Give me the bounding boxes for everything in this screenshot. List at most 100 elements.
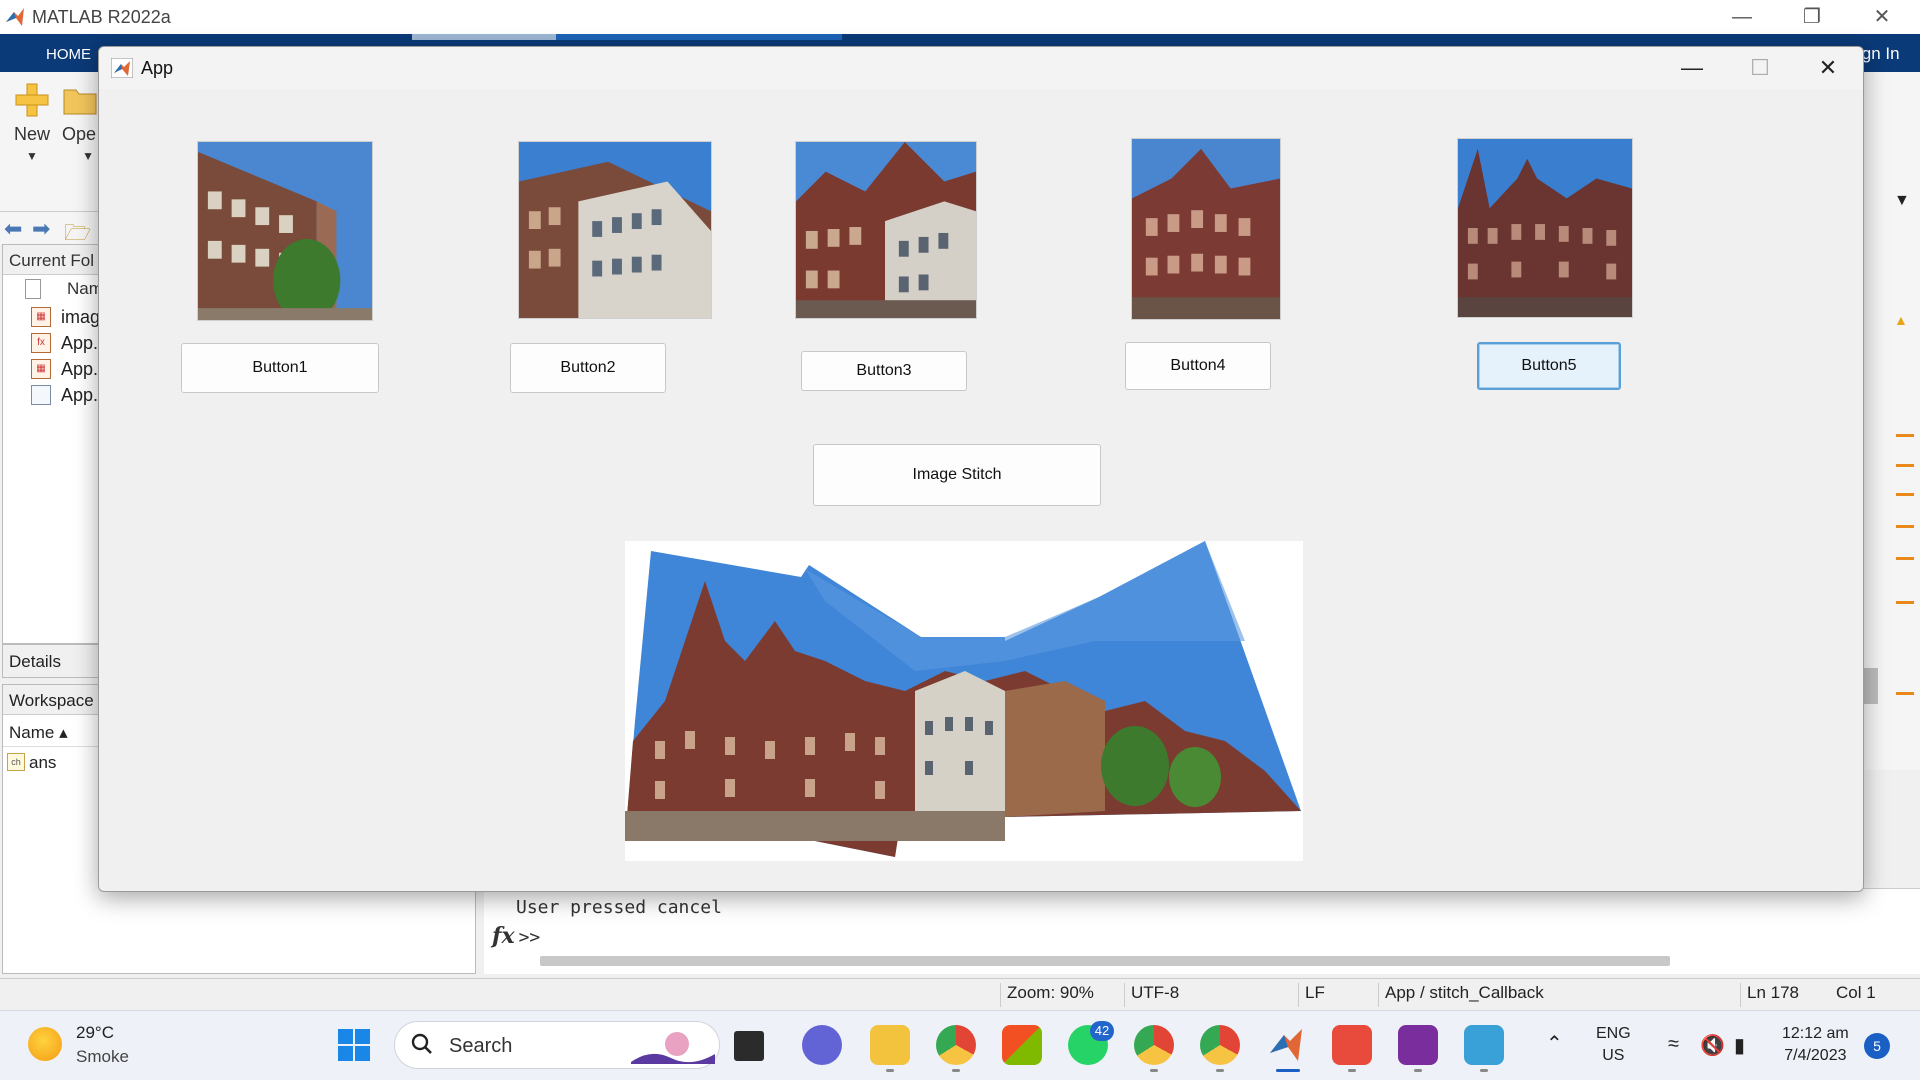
matlab-logo-icon xyxy=(111,58,133,78)
dropdown-arrow-icon[interactable]: ▼ xyxy=(1894,192,1910,210)
code-analyzer-marker[interactable] xyxy=(1896,493,1914,496)
file-item[interactable]: App. xyxy=(3,381,99,407)
encoding-status: UTF-8 xyxy=(1124,983,1179,1007)
active-indicator xyxy=(1276,1069,1300,1072)
running-indicator xyxy=(886,1069,894,1072)
button-1[interactable]: Button1 xyxy=(181,343,379,393)
running-indicator xyxy=(1348,1069,1356,1072)
back-arrow-icon[interactable]: ⬅ xyxy=(4,216,22,242)
dropdown-arrow-icon[interactable]: ▼ xyxy=(62,149,98,163)
button-4[interactable]: Button4 xyxy=(1125,342,1271,390)
app-title: App xyxy=(141,58,174,78)
name-column-header[interactable]: Nam xyxy=(3,275,103,303)
weather-temp: 29°C xyxy=(76,1023,114,1042)
button-2[interactable]: Button2 xyxy=(510,343,666,393)
running-indicator xyxy=(1414,1069,1422,1072)
file-explorer-icon[interactable] xyxy=(870,1025,910,1065)
sun-haze-icon xyxy=(28,1027,62,1061)
current-folder-panel: Current Fol Nam ▦ imag fx App. ▦ App. App. xyxy=(2,244,103,644)
image-preview-3 xyxy=(795,141,977,319)
taskbar-search[interactable]: Search xyxy=(394,1021,720,1069)
forward-arrow-icon[interactable]: ➡ xyxy=(32,216,50,242)
tab-highlight xyxy=(556,34,842,40)
stitched-panorama xyxy=(625,541,1303,861)
minimize-button[interactable]: — xyxy=(1712,2,1772,32)
horizontal-scrollbar[interactable] xyxy=(540,956,1670,966)
language-indicator[interactable]: ENG US xyxy=(1596,1023,1631,1067)
file-item[interactable]: ▦ imag xyxy=(3,303,99,329)
code-analyzer-marker[interactable] xyxy=(1896,464,1914,467)
code-analyzer-marker[interactable] xyxy=(1896,434,1914,437)
microsoft-store-icon[interactable] xyxy=(1002,1025,1042,1065)
tab-home[interactable]: HOME xyxy=(46,46,91,63)
close-button[interactable]: ✕ xyxy=(1852,2,1912,32)
minimize-button[interactable]: — xyxy=(1667,53,1717,83)
battery-icon[interactable]: ▮ xyxy=(1734,1033,1745,1058)
command-prompt[interactable]: fx >> xyxy=(492,923,540,949)
chevron-up-icon[interactable]: ⌃ xyxy=(1546,1031,1563,1056)
document-icon xyxy=(25,279,41,299)
function-browser-icon[interactable]: fx xyxy=(492,923,515,949)
running-indicator xyxy=(952,1069,960,1072)
folder-icon xyxy=(63,89,97,115)
running-indicator xyxy=(1150,1069,1158,1072)
column-status: Col 1 xyxy=(1836,983,1876,1002)
chrome-icon[interactable] xyxy=(936,1025,976,1065)
app-file-icon: fx xyxy=(31,333,51,353)
file-icon xyxy=(31,385,51,405)
onenote-icon[interactable] xyxy=(1398,1025,1438,1065)
editor-right-strip: ▼ ▲ xyxy=(1864,180,1920,770)
task-view-icon[interactable] xyxy=(734,1031,764,1061)
notification-badge[interactable]: 5 xyxy=(1864,1033,1890,1059)
dropdown-arrow-icon[interactable]: ▼ xyxy=(2,149,62,163)
chrome-profile-icon[interactable] xyxy=(1200,1025,1240,1065)
window-title: MATLAB R2022a xyxy=(32,7,171,27)
plus-icon xyxy=(15,83,49,117)
chrome-profile-icon[interactable] xyxy=(1134,1025,1174,1065)
matlab-titlebar: MATLAB R2022a — ❐ ✕ xyxy=(0,0,1920,34)
speaker-muted-icon[interactable]: 🔇 xyxy=(1700,1033,1725,1058)
code-analyzer-marker[interactable] xyxy=(1896,692,1914,695)
app-window: App — ☐ ✕ Button1 Button2 Button3 Button… xyxy=(98,46,1864,892)
sign-in-link[interactable]: ign In xyxy=(1858,44,1900,64)
folder-nav-bar: ⬅ ➡ 🗁 xyxy=(0,212,100,245)
matlab-taskbar-icon[interactable] xyxy=(1266,1025,1306,1065)
char-variable-icon: ch xyxy=(7,753,25,771)
notepad-icon[interactable] xyxy=(1464,1025,1504,1065)
taskbar: 29°C Smoke Search 42 ⌃ ENG US ≈ 🔇 ▮ 12:1… xyxy=(0,1010,1920,1080)
status-bar: Zoom: 90% UTF-8 LF App / stitch_Callback… xyxy=(0,978,1920,1008)
search-highlight-art-icon xyxy=(631,1032,715,1064)
button-5[interactable]: Button5 xyxy=(1477,342,1621,390)
running-indicator xyxy=(1216,1069,1224,1072)
code-analyzer-marker[interactable] xyxy=(1896,557,1914,560)
image-preview-4 xyxy=(1131,138,1281,320)
teams-chat-icon[interactable] xyxy=(802,1025,842,1065)
new-label: New xyxy=(13,124,50,144)
new-button[interactable]: New ▼ xyxy=(2,82,62,163)
image-preview-5 xyxy=(1457,138,1633,318)
maximize-button[interactable]: ☐ xyxy=(1735,53,1785,83)
restore-button[interactable]: ❐ xyxy=(1782,2,1842,32)
details-panel[interactable]: Details xyxy=(2,644,100,678)
app-file-icon: ▦ xyxy=(31,359,51,379)
button-3[interactable]: Button3 xyxy=(801,351,967,391)
line-status: Ln 178 xyxy=(1740,983,1799,1007)
whatsapp-badge: 42 xyxy=(1090,1021,1114,1041)
file-item[interactable]: fx App. xyxy=(3,329,99,355)
clock[interactable]: 12:12 am 7/4/2023 xyxy=(1782,1023,1849,1067)
image-stitch-button[interactable]: Image Stitch xyxy=(813,444,1101,506)
git-icon[interactable] xyxy=(1332,1025,1372,1065)
code-analyzer-marker[interactable] xyxy=(1896,601,1914,604)
image-file-icon: ▦ xyxy=(31,307,51,327)
open-button[interactable]: Ope ▼ xyxy=(62,82,98,163)
code-analyzer-marker[interactable] xyxy=(1896,525,1914,528)
wifi-icon[interactable]: ≈ xyxy=(1668,1033,1679,1056)
zoom-status: Zoom: 90% xyxy=(1000,983,1094,1007)
close-button[interactable]: ✕ xyxy=(1803,53,1853,83)
warning-icon[interactable]: ▲ xyxy=(1894,312,1908,328)
windows-start-icon[interactable] xyxy=(334,1025,374,1065)
file-item[interactable]: ▦ App. xyxy=(3,355,99,381)
vertical-scrollbar[interactable] xyxy=(1864,668,1878,704)
app-titlebar: App — ☐ ✕ xyxy=(99,47,1863,89)
line-ending-status: LF xyxy=(1298,983,1325,1007)
